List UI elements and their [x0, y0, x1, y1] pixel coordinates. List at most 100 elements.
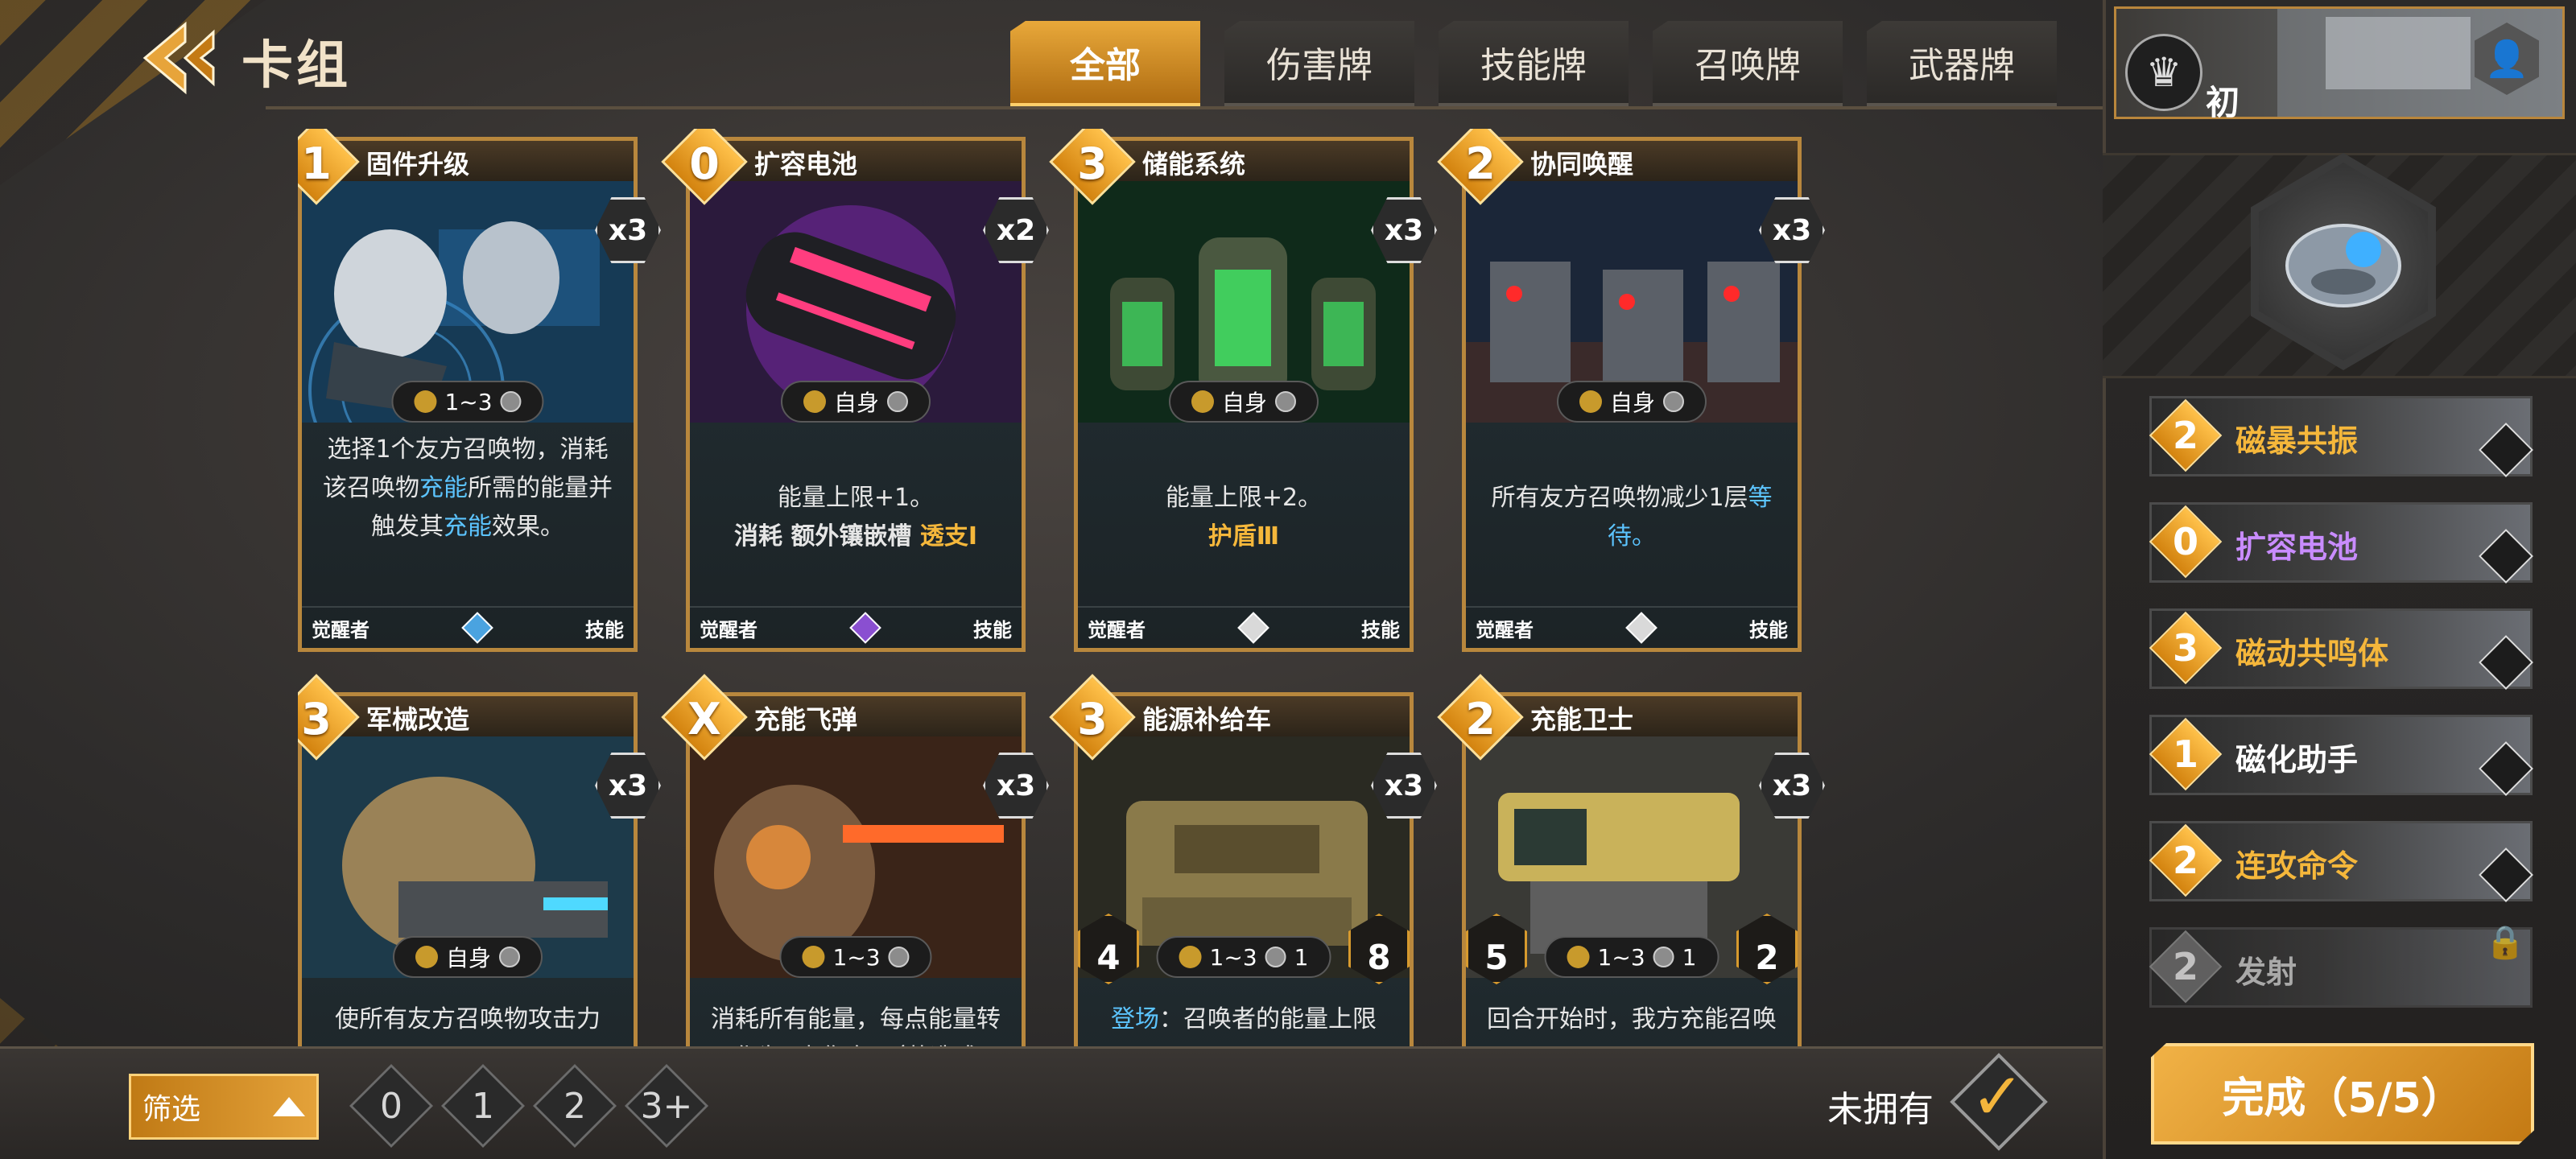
card-charged-missile[interactable]: 充能飞弹 X x3 1~3 消耗所有能量，每点能量转化为2点伤害。（若造成 [661, 674, 1049, 1046]
type-icon [2479, 635, 2533, 690]
cost-value: 1 [2172, 732, 2198, 776]
deck-emblem-icon: ♛ [2125, 34, 2202, 111]
type-icon [2479, 741, 2533, 796]
caret-up-icon [273, 1097, 305, 1116]
gauntlet-icon [2285, 224, 2401, 307]
owner-label: 觉醒者 [312, 618, 369, 641]
card-name: 充能飞弹 [754, 704, 858, 735]
card-footer: 觉醒者 技能 [690, 606, 1022, 648]
card-armament-mod[interactable]: 军械改造 3 x3 自身 使所有友方召唤物攻击力 [298, 674, 661, 1046]
filter-label: 筛选 [142, 1093, 201, 1126]
deck-item-name: 磁暴共振 [2235, 423, 2359, 459]
cost-value: 3 [2172, 626, 2198, 670]
cost-value: 2 [1465, 693, 1496, 744]
card-grid: 固件升级 1 x3 1~3 选择1个友方召唤物，消耗该召唤物充能所需的能量并触发… [298, 129, 1827, 1046]
filter-button[interactable]: 筛选 [129, 1074, 319, 1140]
deck-item-5[interactable]: 2 连攻命令 [2149, 821, 2533, 902]
target-icon [1567, 946, 1590, 968]
cost-value: 1 [301, 138, 332, 189]
card-name: 充能卫士 [1530, 704, 1634, 735]
deck-item-name: 发射 [2235, 955, 2297, 990]
header-divider [266, 106, 2109, 109]
cost-value: 2 [2172, 839, 2198, 882]
target-icon [802, 946, 825, 968]
type-label: 技能 [585, 618, 624, 641]
target-icon [1179, 946, 1202, 968]
done-button[interactable]: 完成（5/5） [2151, 1043, 2534, 1145]
card-description: 回合开始时，我方充能召唤 [1487, 1005, 1777, 1033]
cost-value: 3 [1077, 138, 1108, 189]
card-name: 能源补给车 [1142, 704, 1272, 735]
tab-skill[interactable]: 技能牌 [1439, 21, 1629, 106]
deck-item-name: 连攻命令 [2235, 848, 2359, 884]
deck-item-4[interactable]: 1 磁化助手 [2149, 715, 2533, 796]
deck-name: 初 [2206, 83, 2240, 122]
rarity-gem-icon [1625, 612, 1657, 644]
deck-item-name: 磁化助手 [2235, 742, 2359, 777]
cost-value: 0 [2172, 520, 2198, 563]
gear-icon [500, 391, 522, 412]
card-footer: 觉醒者 技能 [1078, 606, 1410, 648]
card-description: 选择1个友方召唤物，消耗该召唤物充能所需的能量并触发其充能效果。 [323, 435, 613, 541]
back-arrow-icon [142, 21, 215, 95]
target-icon [414, 390, 437, 413]
target-text: 1~3 [1597, 943, 1645, 971]
card-energy-supply-truck[interactable]: 能源补给车 3 x3 4 1~3 1 8 登场：召唤者的能量上限 [1049, 674, 1437, 1046]
target-icon [415, 946, 438, 968]
tab-summon[interactable]: 召唤牌 [1653, 21, 1843, 106]
target-text: 自身 [833, 390, 880, 416]
card-energy-storage[interactable]: 储能系统 3 x3 自身 能量上限+2。 护盾Ⅲ 觉醒者 技能 [1049, 129, 1437, 652]
card-expansion-battery[interactable]: 扩容电池 0 x2 自身 能量上限+1。 消耗 额外镶嵌槽 透支Ⅰ 觉醒者 技能 [661, 129, 1049, 652]
gear-icon [1663, 391, 1685, 412]
target-text: 自身 [445, 945, 492, 971]
gear-icon [499, 947, 521, 967]
deck-item-2[interactable]: 0 扩容电池 [2149, 502, 2533, 584]
card-firmware-upgrade[interactable]: 固件升级 1 x3 1~3 选择1个友方召唤物，消耗该召唤物充能所需的能量并触发… [298, 129, 661, 652]
target-pill: 自身 [780, 381, 931, 423]
tab-weapon[interactable]: 武器牌 [1867, 21, 2057, 106]
card-description: 使所有友方召唤物攻击力 [335, 1005, 601, 1033]
type-label: 技能 [973, 618, 1012, 641]
tab-all[interactable]: 全部 [1010, 21, 1200, 106]
target-pill: 1~3 1 [1156, 936, 1331, 978]
card-coordinated-awakening[interactable]: 协同唤醒 2 x3 自身 所有友方召唤物减少1层等待。 觉醒者 技能 [1437, 129, 1825, 652]
card-description: 登场：召唤者的能量上限 [1111, 1005, 1377, 1033]
deck-item-3[interactable]: 3 磁动共鸣体 [2149, 608, 2533, 690]
card-charged-guard[interactable]: 充能卫士 2 x3 5 1~3 1 2 回合开始时，我方充能召唤 [1437, 674, 1825, 1046]
gear-icon [888, 947, 910, 967]
gear-icon [1653, 947, 1674, 967]
lock-icon: 🔒 [2485, 924, 2525, 961]
cost-value: 2 [2172, 945, 2198, 988]
target-pill: 自身 [1168, 381, 1319, 423]
gear-icon [887, 391, 909, 412]
checkmark-icon: ✓ [1971, 1059, 2025, 1134]
gear-icon [1265, 947, 1286, 967]
target-icon [1191, 390, 1214, 413]
cost-value: X [687, 693, 721, 744]
cost-value: 2 [1465, 138, 1496, 189]
target-icon [803, 390, 826, 413]
tab-damage[interactable]: 伤害牌 [1224, 21, 1414, 106]
deck-item-1[interactable]: 2 磁暴共振 [2149, 396, 2533, 477]
target-pill: 自身 [1556, 381, 1707, 423]
card-name: 军械改造 [366, 704, 470, 735]
card-name: 固件升级 [366, 149, 470, 179]
card-name: 储能系统 [1142, 149, 1246, 179]
type-icon [2479, 529, 2533, 584]
back-button[interactable] [137, 18, 225, 98]
card-description: 所有友方召唤物减少1层等待。 [1491, 484, 1773, 551]
target-pill: 1~3 1 [1544, 936, 1719, 978]
type-icon [2479, 848, 2533, 902]
unowned-label: 未拥有 [1827, 1089, 1934, 1130]
target-text: 自身 [1221, 390, 1268, 416]
card-name: 扩容电池 [754, 149, 858, 179]
target-pill: 1~3 [779, 936, 932, 978]
wait-value: 1 [1682, 943, 1697, 971]
type-icon [2479, 423, 2533, 477]
owner-label: 觉醒者 [1476, 618, 1534, 641]
owner-label: 觉醒者 [1088, 618, 1146, 641]
deck-item-6-locked[interactable]: 2 发射 🔒 [2149, 924, 2533, 1008]
target-text: 1~3 [444, 388, 493, 415]
card-description: 能量上限+2。 护盾Ⅲ [1165, 484, 1323, 551]
type-label: 技能 [1361, 618, 1400, 641]
